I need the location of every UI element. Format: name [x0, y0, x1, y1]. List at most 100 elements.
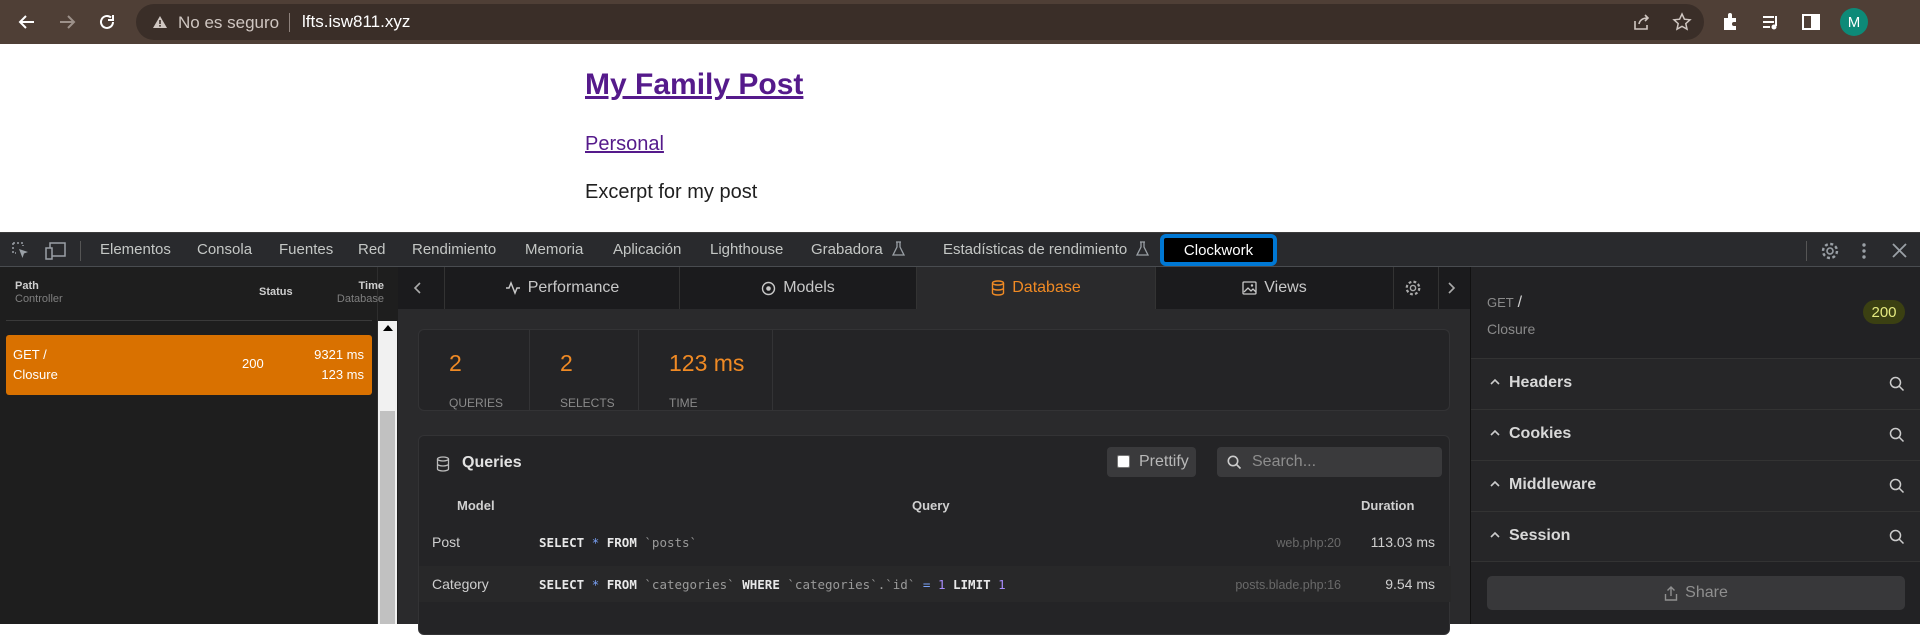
- chevron-right-icon: [1448, 282, 1456, 294]
- scroll-up-arrow-icon[interactable]: [383, 325, 393, 331]
- more-options-icon[interactable]: [1857, 241, 1871, 261]
- tab-grabadora-label: Grabadora: [811, 241, 883, 258]
- request-row[interactable]: GET / Closure 200 9321 ms 123 ms: [6, 335, 372, 395]
- prettify-toggle[interactable]: Prettify: [1107, 447, 1196, 477]
- settings-gear-icon[interactable]: [1820, 241, 1840, 261]
- header-database-label: Database: [336, 293, 384, 305]
- flask-icon: [891, 241, 905, 256]
- sql-identifier: `categories`.`id`: [787, 577, 916, 592]
- tab-performance-label: Performance: [527, 279, 620, 296]
- tab-lighthouse[interactable]: Lighthouse: [710, 241, 783, 258]
- tab-models[interactable]: Models: [679, 267, 916, 309]
- tab-views-label: Views: [1264, 279, 1307, 296]
- media-queue-icon[interactable]: [1760, 11, 1782, 33]
- security-label[interactable]: No es seguro: [178, 13, 279, 33]
- scrollbar-thumb[interactable]: [380, 411, 395, 624]
- sql-operator: *: [591, 535, 600, 550]
- profile-avatar[interactable]: M: [1840, 8, 1868, 36]
- sql-identifier: `posts`: [644, 535, 698, 550]
- browser-toolbar: No es seguro lfts.isw811.xyz M: [0, 0, 1920, 44]
- search-icon[interactable]: [1889, 376, 1905, 392]
- sidebar-controller: Closure: [1487, 321, 1536, 337]
- details-tabbar: Performance Models Database Views: [398, 267, 1470, 309]
- side-panel-icon[interactable]: [1800, 11, 1822, 33]
- forward-button[interactable]: [53, 8, 81, 36]
- header-status-label: Status: [259, 286, 293, 298]
- search-icon: [1227, 455, 1242, 470]
- sql-keyword: SELECT: [539, 535, 585, 550]
- url-text[interactable]: lfts.isw811.xyz: [302, 12, 410, 32]
- reload-button[interactable]: [93, 8, 121, 36]
- tab-rendimiento[interactable]: Rendimiento: [412, 241, 496, 258]
- sql-keyword: FROM: [606, 577, 637, 592]
- device-toolbar-icon[interactable]: [45, 241, 67, 261]
- clockwork-panel: Path Controller Status Time Database GET…: [0, 267, 1920, 635]
- tab-database[interactable]: Database: [916, 267, 1155, 309]
- tab-memoria[interactable]: Memoria: [525, 241, 583, 258]
- sql-number: 1: [937, 577, 946, 592]
- tab-red[interactable]: Red: [358, 241, 386, 258]
- sidebar-request-info: GET / Closure: [1487, 289, 1535, 342]
- tabbar-divider: [1806, 241, 1807, 261]
- query-file[interactable]: posts.blade.php:16: [1019, 578, 1341, 592]
- category-link[interactable]: Personal: [585, 133, 664, 156]
- query-file[interactable]: web.php:20: [1019, 536, 1341, 550]
- request-controller: Closure: [13, 367, 58, 382]
- extensions-icon[interactable]: [1720, 11, 1742, 33]
- section-cookies-label: Cookies: [1509, 425, 1572, 442]
- status-badge: 200: [1863, 300, 1905, 324]
- query-row[interactable]: Category SELECT * FROM `categories` WHER…: [419, 566, 1451, 602]
- post-excerpt: Excerpt for my post: [585, 181, 758, 203]
- tab-estadisticas[interactable]: Estadísticas de rendimiento: [943, 241, 1150, 258]
- search-icon[interactable]: [1889, 529, 1905, 545]
- search-icon[interactable]: [1889, 478, 1905, 494]
- tab-settings[interactable]: [1393, 267, 1438, 309]
- tab-aplicacion[interactable]: Aplicación: [613, 241, 681, 258]
- gear-icon: [1405, 280, 1420, 296]
- tabs-prev-button[interactable]: [398, 267, 444, 309]
- share-button[interactable]: Share: [1487, 576, 1905, 610]
- section-middleware[interactable]: Middleware: [1471, 460, 1920, 511]
- inspect-element-icon[interactable]: [11, 241, 31, 261]
- tab-fuentes[interactable]: Fuentes: [279, 241, 333, 258]
- section-headers[interactable]: Headers: [1471, 358, 1920, 409]
- bookmark-star-icon[interactable]: [1672, 12, 1692, 32]
- queries-card: Queries Prettify Search... Model Query D…: [418, 435, 1451, 635]
- section-session[interactable]: Session: [1471, 511, 1920, 562]
- tab-database-label: Database: [1012, 279, 1081, 296]
- query-duration: 113.03 ms: [1370, 534, 1435, 550]
- post-title-link[interactable]: My Family Post: [585, 68, 803, 102]
- stat-time-label: TIME: [669, 396, 698, 410]
- tab-models-label: Models: [783, 279, 835, 296]
- prettify-checkbox[interactable]: [1117, 455, 1130, 468]
- address-bar[interactable]: No es seguro lfts.isw811.xyz: [136, 4, 1704, 40]
- queries-search-input[interactable]: Search...: [1217, 447, 1442, 477]
- request-list-scrollbar[interactable]: [378, 321, 397, 624]
- column-model: Model: [457, 498, 495, 513]
- tab-grabadora[interactable]: Grabadora: [811, 241, 905, 258]
- search-icon[interactable]: [1889, 427, 1905, 443]
- stat-queries-value: 2: [449, 350, 462, 376]
- column-duration: Duration: [1361, 498, 1415, 513]
- header-time-label: Time: [358, 280, 384, 292]
- section-headers-label: Headers: [1509, 374, 1573, 391]
- tab-views[interactable]: Views: [1155, 267, 1393, 309]
- tabs-next-button[interactable]: [1438, 267, 1470, 309]
- close-icon[interactable]: [1891, 242, 1908, 259]
- column-query: Query: [912, 498, 950, 513]
- sql-keyword: FROM: [606, 535, 637, 550]
- sql-number: 1: [998, 577, 1006, 592]
- tab-performance[interactable]: Performance: [444, 267, 679, 309]
- stat-selects-label: SELECTS: [560, 396, 615, 410]
- stat-selects: 2 SELECTS: [530, 330, 639, 410]
- sidebar-method: GET: [1487, 295, 1514, 310]
- tab-elementos[interactable]: Elementos: [100, 241, 171, 258]
- query-row[interactable]: Post SELECT * FROM `posts` web.php:20 11…: [419, 524, 1451, 560]
- share-page-icon[interactable]: [1632, 12, 1652, 32]
- chevron-left-icon: [413, 282, 421, 294]
- back-button[interactable]: [13, 8, 41, 36]
- tab-clockwork[interactable]: Clockwork: [1160, 234, 1277, 266]
- database-stats-card: 2 QUERIES 2 SELECTS 123 ms TIME: [418, 329, 1450, 411]
- section-cookies[interactable]: Cookies: [1471, 409, 1920, 460]
- tab-consola[interactable]: Consola: [197, 241, 252, 258]
